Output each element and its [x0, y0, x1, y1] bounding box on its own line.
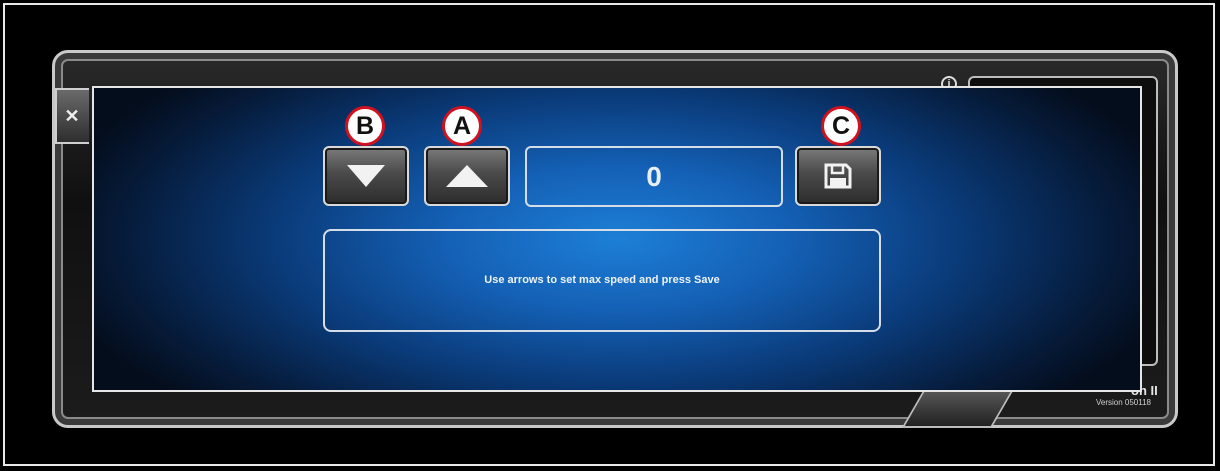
- callout-b: B: [345, 106, 385, 146]
- decrease-button[interactable]: [323, 146, 409, 206]
- down-arrow-icon: [347, 165, 385, 187]
- speed-value-display: 0: [525, 146, 783, 207]
- up-arrow-icon: [446, 165, 488, 187]
- instruction-message: Use arrows to set max speed and press Sa…: [323, 229, 881, 332]
- close-icon[interactable]: ✕: [62, 106, 82, 126]
- save-icon: [824, 163, 852, 189]
- screen: i on II Version 050118 ✕ 0 Use arrows to…: [0, 0, 1220, 471]
- callout-c: C: [821, 106, 861, 146]
- version-label: Version 050118: [1096, 398, 1152, 407]
- increase-button[interactable]: [424, 146, 510, 206]
- callout-a: A: [442, 106, 482, 146]
- save-button[interactable]: [795, 146, 881, 206]
